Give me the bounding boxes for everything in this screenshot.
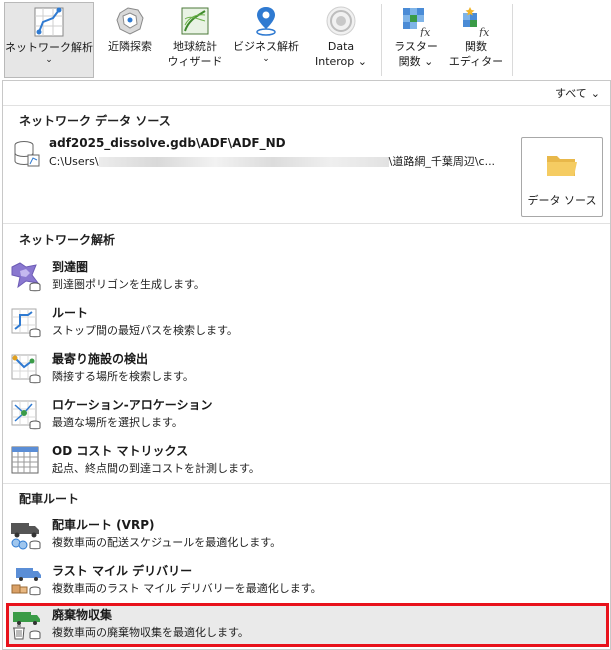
chevron-down-icon: ⌄: [590, 86, 600, 100]
raster-functions-icon: fx: [403, 8, 431, 37]
service-area-icon: [11, 262, 41, 292]
geostatistical-wizard-icon: [181, 7, 209, 35]
item-description: 到達圏ポリゴンを生成します。: [52, 278, 205, 291]
database-icon: [14, 141, 40, 167]
list-item-waste-collection[interactable]: 廃棄物収集 複数車両の廃棄物収集を最適化します。: [6, 603, 609, 647]
item-title: 配車ルート (VRP): [52, 518, 155, 532]
divider: [3, 105, 610, 106]
raster-functions-label: ラスター 関数 ⌄: [394, 39, 438, 69]
item-description: ストップ間の最短パスを検索します。: [52, 324, 238, 337]
path-end: \道路網_千葉周辺\c...: [388, 155, 496, 168]
item-description: 複数車両のラスト マイル デリバリーを最適化します。: [52, 582, 322, 595]
item-title: ロケーション-アロケーション: [52, 398, 213, 412]
list-item-vrp[interactable]: 配車ルート (VRP) 複数車両の配送スケジュールを最適化します。: [6, 513, 609, 557]
vrp-truck-icon: [11, 523, 41, 550]
network-dataset-name: adf2025_dissolve.gdb\ADF\ADF_ND: [49, 136, 286, 150]
item-title: 廃棄物収集: [52, 608, 113, 622]
item-description: 複数車両の配送スケジュールを最適化します。: [52, 536, 282, 549]
redacted-path-segment: [98, 157, 389, 167]
network-analysis-label: ネットワーク解析: [5, 41, 93, 54]
section-title-data-source: ネットワーク データ ソース: [19, 114, 171, 128]
filter-dropdown[interactable]: すべて ⌄: [555, 85, 600, 101]
proximity-button[interactable]: 近隣探索: [100, 2, 160, 78]
item-title: 最寄り施設の検出: [52, 352, 149, 366]
label-line-1: ラスター: [394, 40, 438, 53]
label-line-1: Data: [327, 40, 355, 53]
list-item-last-mile-delivery[interactable]: ラスト マイル デリバリー 複数車両のラスト マイル デリバリーを最適化します。: [6, 559, 609, 603]
data-source-button[interactable]: データ ソース: [521, 137, 603, 217]
divider: [3, 223, 610, 224]
item-title: OD コスト マトリックス: [52, 444, 189, 458]
ribbon-separator: [512, 4, 513, 76]
label-line-2: Interop ⌄: [314, 55, 367, 68]
path-start: C:\Users\: [49, 155, 99, 168]
od-cost-matrix-icon: [11, 446, 39, 474]
business-analysis-icon: [256, 7, 276, 36]
data-source-button-label: データ ソース: [527, 194, 597, 207]
section-title-vehicle-routing: 配車ルート: [19, 492, 80, 506]
item-title: ラスト マイル デリバリー: [52, 564, 193, 578]
network-analysis-icon: [34, 7, 64, 37]
business-analysis-button[interactable]: ビジネス解析 ⌄: [232, 2, 300, 78]
label-line-2: ウィザード: [167, 55, 223, 68]
route-icon: [11, 308, 41, 338]
function-editor-label: 関数 エディター: [449, 39, 503, 69]
ribbon: ネットワーク解析 ⌄ 近隣探索 地球統計 ウィザード ビジネス解析 ⌄ Data…: [0, 0, 611, 80]
data-interop-button[interactable]: Data Interop ⌄: [310, 2, 372, 78]
network-analysis-dropdown: すべて ⌄ ネットワーク データ ソース adf2025_dissolve.gd…: [2, 80, 611, 650]
list-item-closest-facility[interactable]: 最寄り施設の検出 隣接する場所を検索します。: [6, 347, 609, 391]
proximity-icon: [116, 7, 144, 35]
function-editor-icon: fx: [463, 7, 490, 37]
waste-collection-icon: [13, 612, 41, 640]
list-item-service-area[interactable]: 到達圏 到達圏ポリゴンを生成します。: [6, 255, 609, 299]
item-description: 複数車両の廃棄物収集を最適化します。: [52, 626, 249, 639]
network-dataset-path: C:\Users\ \道路網_千葉周辺\c...: [49, 153, 509, 169]
folder-icon: [547, 156, 577, 176]
network-dataset-item[interactable]: adf2025_dissolve.gdb\ADF\ADF_ND C:\Users…: [7, 133, 512, 173]
section-title-network-analysis: ネットワーク解析: [19, 233, 116, 247]
list-item-location-allocation[interactable]: ロケーション-アロケーション 最適な場所を選択します。: [6, 393, 609, 437]
list-item-route[interactable]: ルート ストップ間の最短パスを検索します。: [6, 301, 609, 345]
label-line-2: エディター: [448, 55, 504, 68]
closest-facility-icon: [11, 354, 41, 384]
label-line-1: 関数: [464, 40, 487, 53]
last-mile-delivery-icon: [11, 568, 41, 596]
geostatistical-wizard-button[interactable]: 地球統計 ウィザード: [164, 2, 226, 78]
item-description: 起点、終点間の到達コストを計測します。: [52, 462, 260, 475]
raster-functions-button[interactable]: fx ラスター 関数 ⌄: [388, 2, 444, 78]
data-interop-label: Data Interop ⌄: [315, 39, 367, 69]
svg-text:fx: fx: [419, 26, 431, 37]
location-allocation-icon: [11, 400, 41, 430]
function-editor-button[interactable]: fx 関数 エディター: [448, 2, 504, 78]
item-description: 隣接する場所を検索します。: [52, 370, 194, 383]
ribbon-separator: [381, 4, 382, 76]
business-analysis-label: ビジネス解析: [233, 40, 299, 53]
item-title: 到達圏: [52, 260, 89, 274]
label-line-1: 地球統計: [173, 40, 217, 53]
data-interop-icon: [326, 6, 356, 36]
chevron-down-icon: ⌄: [45, 55, 53, 65]
item-description: 最適な場所を選択します。: [52, 416, 183, 429]
chevron-down-icon: ⌄: [262, 54, 270, 64]
filter-label: すべて: [554, 87, 587, 100]
divider: [3, 483, 610, 484]
network-analysis-button[interactable]: ネットワーク解析 ⌄: [4, 2, 94, 78]
proximity-label: 近隣探索: [108, 40, 152, 53]
svg-text:fx: fx: [478, 26, 490, 37]
item-title: ルート: [52, 306, 89, 320]
list-item-od-cost-matrix[interactable]: OD コスト マトリックス 起点、終点間の到達コストを計測します。: [6, 439, 609, 483]
label-line-2: 関数 ⌄: [398, 55, 434, 68]
geostatistical-wizard-label: 地球統計 ウィザード: [168, 39, 223, 69]
